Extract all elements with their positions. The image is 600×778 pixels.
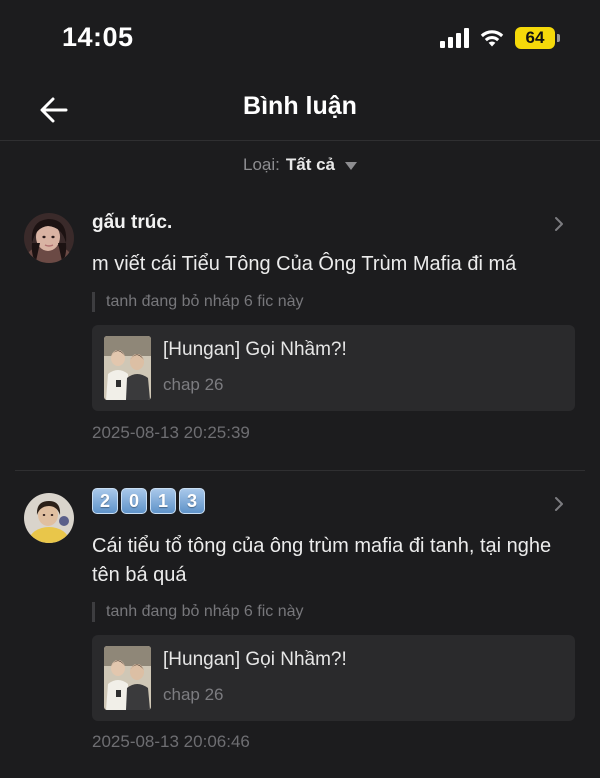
header: Bình luận xyxy=(0,80,600,141)
filter-dropdown[interactable]: Loại: Tất cả xyxy=(243,155,357,175)
comment-item: 2 0 1 3 Cái tiểu tổ tông của ông trùm ma… xyxy=(15,480,585,778)
chevron-right-icon[interactable] xyxy=(551,216,567,232)
comment-item: gấu trúc. m viết cái Tiểu Tông Của Ông T… xyxy=(15,200,585,471)
timestamp: 2025-08-13 20:25:39 xyxy=(92,423,250,442)
number-badge: 1 xyxy=(150,488,176,514)
status-time: 14:05 xyxy=(62,22,134,52)
filter-bar: Loại: Tất cả xyxy=(0,155,600,175)
timestamp: 2025-08-13 20:06:46 xyxy=(92,732,250,751)
signal-icon xyxy=(440,28,469,48)
story-thumbnail xyxy=(104,336,151,400)
wifi-icon xyxy=(480,30,504,47)
number-badge: 2 xyxy=(92,488,118,514)
reply-quote: tanh đang bỏ nháp 6 fic này xyxy=(92,602,304,622)
story-card[interactable]: [Hungan] Gọi Nhầm?! chap 26 xyxy=(92,635,575,721)
username[interactable]: gấu trúc. xyxy=(92,212,172,234)
reply-quote: tanh đang bỏ nháp 6 fic này xyxy=(92,292,304,312)
page-title: Bình luận xyxy=(243,92,357,120)
status-icons: 64 xyxy=(440,27,560,49)
comment-text: Cái tiểu tổ tông của ông trùm mafia đi t… xyxy=(92,535,552,586)
story-title: [Hungan] Gọi Nhầm?! xyxy=(163,339,347,360)
story-chapter: chap 26 xyxy=(163,685,224,704)
story-chapter: chap 26 xyxy=(163,375,224,394)
avatar[interactable] xyxy=(24,213,74,263)
avatar[interactable] xyxy=(24,493,74,543)
comment-text: m viết cái Tiểu Tông Của Ông Trùm Mafia … xyxy=(92,253,517,275)
username-badges[interactable]: 2 0 1 3 xyxy=(92,488,205,514)
story-thumbnail xyxy=(104,646,151,710)
number-badge: 3 xyxy=(179,488,205,514)
chevron-right-icon[interactable] xyxy=(551,496,567,512)
story-card[interactable]: [Hungan] Gọi Nhầm?! chap 26 xyxy=(92,325,575,411)
filter-label: Loại: xyxy=(242,155,280,174)
battery-icon: 64 xyxy=(515,27,560,49)
number-badge: 0 xyxy=(121,488,147,514)
status-bar: 14:05 64 xyxy=(0,0,600,80)
battery-level: 64 xyxy=(515,27,555,49)
filter-value: Tất cả xyxy=(285,155,335,174)
story-title: [Hungan] Gọi Nhầm?! xyxy=(163,649,347,670)
caret-down-icon xyxy=(345,162,357,170)
